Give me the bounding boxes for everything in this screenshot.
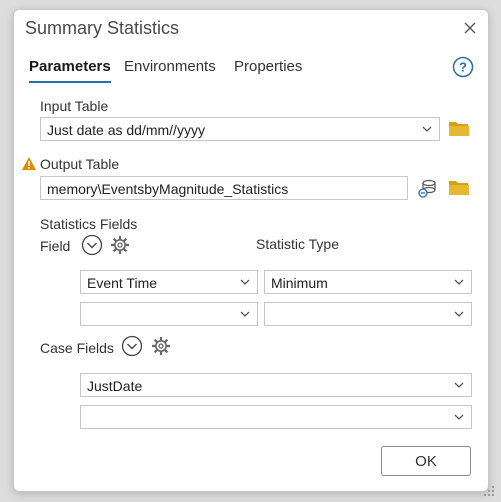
chevron-down-icon	[454, 279, 464, 285]
chevron-down-icon	[240, 311, 250, 317]
stat-field-select-1[interactable]: Event Time	[80, 270, 258, 294]
stat-field-value-1: Event Time	[87, 275, 158, 291]
output-table-label: Output Table	[40, 156, 120, 172]
dialog-title: Summary Statistics	[25, 18, 180, 38]
warning-icon	[21, 156, 37, 176]
ok-button[interactable]: OK	[381, 446, 471, 476]
chevron-down-icon	[454, 382, 464, 388]
chevron-down-icon	[422, 126, 432, 132]
close-icon[interactable]	[460, 18, 480, 38]
statistics-fields-label: Statistics Fields	[40, 216, 138, 232]
statistic-type-label: Statistic Type	[256, 236, 340, 252]
case-field-select-1[interactable]: JustDate	[80, 373, 472, 397]
database-icon[interactable]	[417, 177, 439, 204]
field-column-label: Field	[40, 238, 71, 254]
case-field-select-2[interactable]	[80, 405, 472, 429]
stat-type-select-1[interactable]: Minimum	[264, 270, 472, 294]
chevron-down-icon	[454, 414, 464, 420]
resize-grip-icon[interactable]	[483, 484, 495, 502]
input-table-select[interactable]: Just date as dd/mm//yyyy	[40, 117, 440, 141]
add-field-chevron-icon[interactable]	[81, 234, 103, 261]
stat-field-select-2[interactable]	[80, 302, 258, 326]
svg-text:?: ?	[459, 60, 467, 75]
gear-icon[interactable]	[150, 335, 172, 362]
case-fields-label: Case Fields	[40, 340, 114, 356]
input-table-label: Input Table	[40, 98, 109, 114]
tab-properties[interactable]: Properties	[234, 58, 302, 75]
tab-environments[interactable]: Environments	[124, 58, 216, 75]
stat-type-select-2[interactable]	[264, 302, 472, 326]
case-field-value-1: JustDate	[87, 378, 143, 394]
help-icon[interactable]: ?	[452, 56, 474, 78]
chevron-down-icon	[240, 279, 250, 285]
folder-icon[interactable]	[448, 178, 470, 201]
add-case-field-chevron-icon[interactable]	[121, 335, 143, 362]
parameters-panel: Input Table Just date as dd/mm//yyyy Out…	[22, 88, 476, 429]
folder-icon[interactable]	[448, 119, 470, 142]
chevron-down-icon	[454, 311, 464, 317]
gear-icon[interactable]	[109, 234, 131, 261]
stat-type-value-1: Minimum	[271, 275, 328, 291]
input-table-value: Just date as dd/mm//yyyy	[47, 122, 205, 138]
output-table-input[interactable]: memory\EventsbyMagnitude_Statistics	[40, 176, 408, 200]
output-table-value: memory\EventsbyMagnitude_Statistics	[47, 181, 289, 197]
summary-statistics-dialog: Summary Statistics Parameters Environmen…	[13, 9, 494, 496]
tab-parameters[interactable]: Parameters	[29, 58, 111, 83]
